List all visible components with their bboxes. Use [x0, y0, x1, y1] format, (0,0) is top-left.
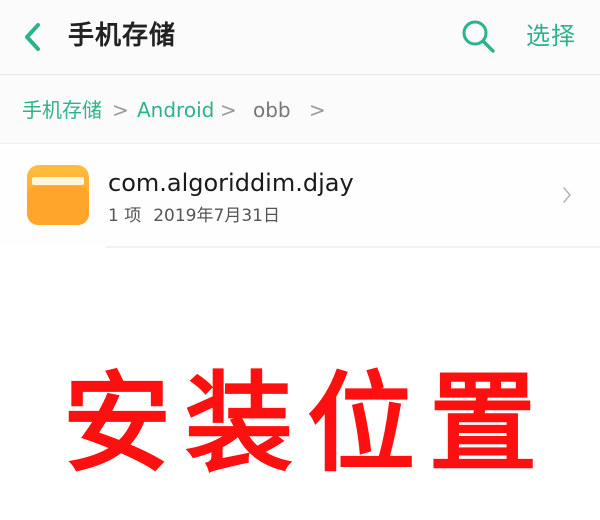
breadcrumb-item-obb: obb	[253, 98, 291, 122]
breadcrumb-separator: >	[112, 98, 129, 122]
breadcrumb-separator: >	[220, 98, 237, 122]
search-button[interactable]	[460, 18, 496, 54]
row-divider	[106, 246, 600, 248]
breadcrumb-separator: >	[309, 98, 326, 122]
modified-date: 2019年7月31日	[153, 206, 280, 226]
breadcrumb-item-phone-storage[interactable]: 手机存储	[22, 97, 102, 123]
folder-icon	[26, 164, 90, 226]
search-icon	[462, 20, 495, 53]
page-title: 手机存储	[68, 21, 177, 51]
breadcrumb-item-android[interactable]: Android	[137, 97, 214, 123]
select-button[interactable]: 选择	[526, 18, 576, 54]
back-button[interactable]	[18, 20, 48, 54]
breadcrumb: 手机存储 > Android > obb >	[0, 75, 600, 144]
file-meta: 1 项 2019年7月31日	[108, 204, 280, 228]
file-name: com.algoriddim.djay	[108, 169, 354, 197]
overlay-caption: 安装位置	[62, 361, 551, 487]
chevron-left-icon	[25, 23, 40, 51]
top-app-bar: 手机存储 选择	[0, 0, 600, 75]
chevron-right-icon	[560, 184, 574, 206]
item-count: 1 项	[108, 206, 142, 226]
